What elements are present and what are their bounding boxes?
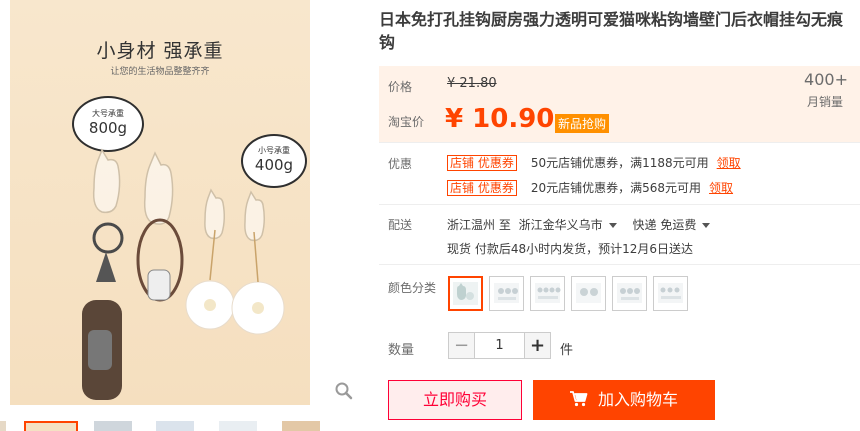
quantity-increase-button[interactable]: + bbox=[524, 332, 551, 359]
color-swatch[interactable] bbox=[530, 276, 565, 311]
swatch-image bbox=[658, 283, 683, 303]
main-product-image[interactable]: 小身材 强承重 让您的生活物品整整齐齐 大号承重 800g 小号承重 400g bbox=[10, 0, 310, 405]
buy-now-button[interactable]: 立即购买 bbox=[388, 380, 522, 420]
color-swatch[interactable] bbox=[489, 276, 524, 311]
sale-price: ¥ 10.90 bbox=[445, 104, 555, 134]
coupon-row: 店铺 优惠券 50元店铺优惠券，满1188元可用 领取 bbox=[447, 155, 741, 171]
shipping-method: 快递 免运费 bbox=[632, 218, 697, 232]
magnifier-icon[interactable] bbox=[334, 381, 354, 401]
coupon-text: 20元店铺优惠券，满568元可用 bbox=[530, 181, 702, 195]
divider bbox=[379, 142, 860, 143]
thumbnail[interactable] bbox=[282, 421, 320, 431]
color-label: 颜色分类 bbox=[388, 281, 437, 295]
chevron-down-icon bbox=[608, 223, 617, 228]
color-swatch[interactable] bbox=[612, 276, 647, 311]
ship-to-selector[interactable]: 浙江金华义乌市 bbox=[519, 218, 625, 232]
stock-info: 现货 付款后48小时内发货，预计12月6日送达 bbox=[447, 242, 693, 256]
thumbnail-strip bbox=[0, 421, 330, 431]
claim-coupon-link[interactable]: 领取 bbox=[709, 181, 733, 195]
coupon-row: 店铺 优惠券 20元店铺优惠券，满568元可用 领取 bbox=[447, 180, 733, 196]
color-swatch-selected[interactable] bbox=[448, 276, 483, 311]
cat-hooks-illustration bbox=[82, 148, 285, 400]
swatch-image bbox=[535, 283, 561, 303]
divider bbox=[379, 204, 860, 205]
shop-coupon-tag: 店铺 优惠券 bbox=[447, 155, 517, 171]
shopping-cart-icon bbox=[569, 391, 588, 407]
ship-to: 浙江金华义乌市 bbox=[518, 218, 603, 232]
swatch-image bbox=[494, 283, 519, 303]
swatch-image bbox=[617, 283, 642, 303]
monthly-sales-count: 400+ bbox=[804, 70, 848, 89]
thumbnail-selected[interactable] bbox=[24, 421, 78, 431]
new-product-badge: 新品抢购 bbox=[555, 114, 610, 133]
thumbnail[interactable] bbox=[0, 421, 6, 431]
promo-label: 优惠 bbox=[388, 157, 413, 171]
delivery-label: 配送 bbox=[388, 218, 413, 232]
swatch-image bbox=[453, 282, 478, 305]
chevron-down-icon bbox=[702, 223, 711, 228]
price-panel: 价格 ¥ 21.80 淘宝价 ¥ 10.90 新品抢购 400+ 月销量 bbox=[379, 66, 860, 142]
thumbnail[interactable] bbox=[219, 421, 257, 431]
claim-coupon-link[interactable]: 领取 bbox=[717, 156, 741, 170]
product-title: 日本免打孔挂钩厨房强力透明可爱猫咪粘钩墙壁门后衣帽挂勾无痕钩 bbox=[379, 10, 844, 52]
original-price: ¥ 21.80 bbox=[447, 76, 497, 91]
divider bbox=[379, 264, 860, 265]
quantity-decrease-button[interactable]: − bbox=[448, 332, 475, 359]
shipping-method-selector[interactable]: 快递 免运费 bbox=[633, 218, 719, 232]
quantity-input[interactable] bbox=[475, 332, 524, 359]
shop-coupon-tag: 店铺 优惠券 bbox=[447, 180, 517, 196]
color-swatch[interactable] bbox=[571, 276, 606, 311]
add-to-cart-label: 加入购物车 bbox=[597, 390, 678, 409]
taobao-price-label: 淘宝价 bbox=[388, 115, 425, 129]
quantity-label: 数量 bbox=[388, 343, 415, 358]
thumbnail[interactable] bbox=[94, 421, 132, 431]
price-label: 价格 bbox=[388, 80, 413, 94]
ship-from: 浙江温州 至 bbox=[447, 218, 511, 232]
shipping-route: 浙江温州 至 浙江金华义乌市 快递 免运费 bbox=[447, 216, 718, 233]
monthly-sales-label: 月销量 bbox=[806, 95, 843, 109]
swatch-image bbox=[576, 283, 601, 303]
color-swatch[interactable] bbox=[653, 276, 688, 311]
add-to-cart-button[interactable]: 加入购物车 bbox=[533, 380, 715, 420]
thumbnail[interactable] bbox=[156, 421, 194, 431]
coupon-text: 50元店铺优惠券，满1188元可用 bbox=[530, 156, 709, 170]
quantity-unit: 件 bbox=[560, 343, 574, 358]
